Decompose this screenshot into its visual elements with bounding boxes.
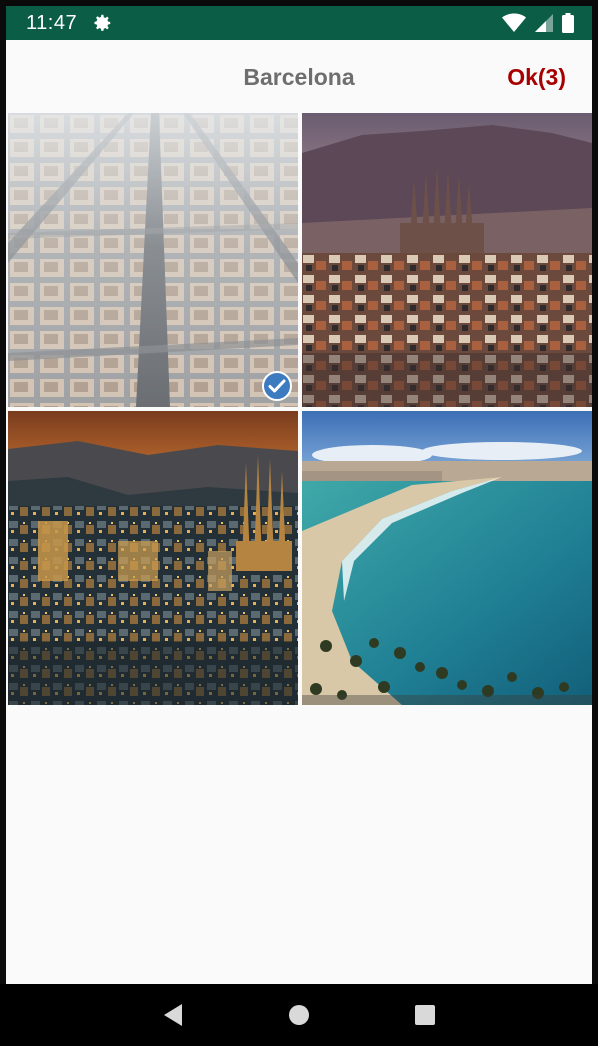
app-screen: Barcelona Ok(3) xyxy=(6,40,592,984)
recents-button[interactable] xyxy=(410,1000,440,1030)
photo-tile-beach[interactable] xyxy=(302,411,592,705)
photo-tile-city-sunset[interactable] xyxy=(8,411,298,705)
page-title: Barcelona xyxy=(243,64,355,90)
photo-tile-sagrada-familia[interactable] xyxy=(302,113,592,407)
wifi-icon xyxy=(502,13,526,32)
battery-icon xyxy=(562,13,574,33)
photo-beach xyxy=(302,411,592,705)
back-icon xyxy=(164,1004,182,1026)
photo-grid xyxy=(8,113,592,705)
system-nav-bar xyxy=(0,984,598,1046)
photo-sagrada-familia xyxy=(302,113,592,407)
selection-overlay xyxy=(8,113,298,407)
home-button[interactable] xyxy=(284,1000,314,1030)
recents-icon xyxy=(415,1005,435,1025)
ok-button[interactable]: Ok(3) xyxy=(507,64,566,91)
gear-icon xyxy=(94,14,111,31)
photo-tile-aerial-city[interactable] xyxy=(8,113,298,407)
cell-signal-icon xyxy=(535,14,553,32)
status-bar: 11:47 xyxy=(6,6,592,40)
toolbar: Barcelona Ok(3) xyxy=(6,40,592,112)
device-frame-right xyxy=(592,0,598,984)
home-icon xyxy=(289,1005,309,1025)
checkmark-icon xyxy=(262,371,292,401)
photo-city-sunset xyxy=(8,411,298,705)
status-time: 11:47 xyxy=(26,11,78,34)
back-button[interactable] xyxy=(158,1000,188,1030)
